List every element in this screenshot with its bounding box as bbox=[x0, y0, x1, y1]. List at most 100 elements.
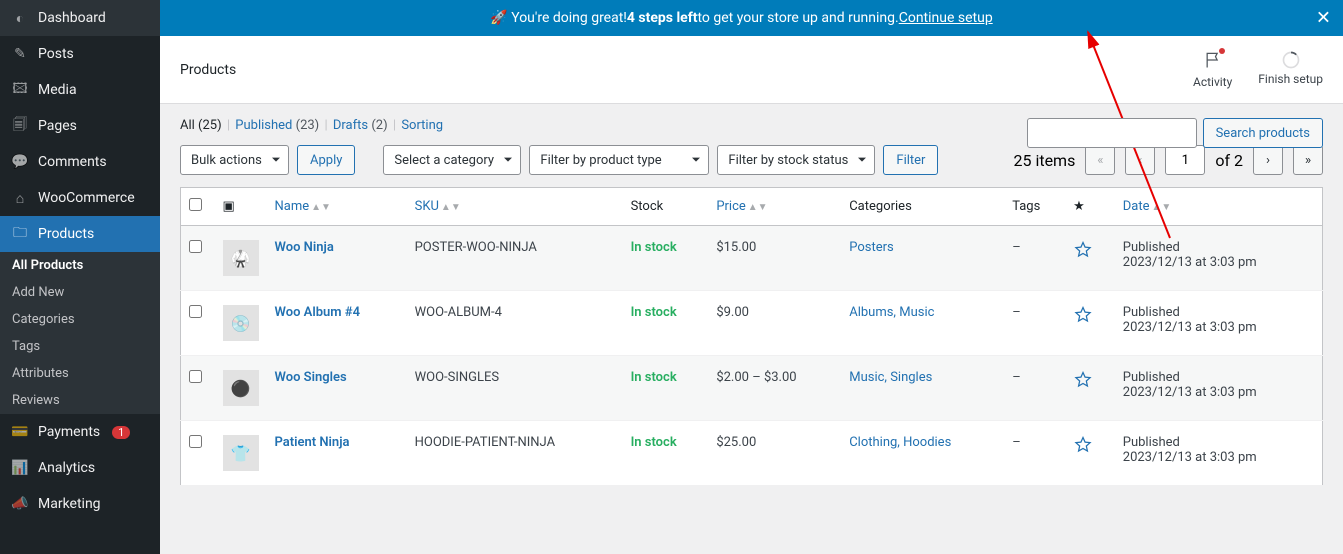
table-row: 👕 Patient Ninja HOODIE-PATIENT-NINJA In sto… bbox=[181, 421, 1323, 486]
row-checkbox[interactable] bbox=[189, 305, 202, 318]
sidebar-item-pages[interactable]: 🗐Pages bbox=[0, 108, 160, 144]
product-thumbnail[interactable]: 💿 bbox=[223, 305, 259, 341]
filter-published[interactable]: Published (23) bbox=[235, 118, 319, 133]
woo-icon: ⌂ bbox=[10, 188, 30, 208]
date-cell: Published2023/12/13 at 3:03 pm bbox=[1115, 226, 1323, 291]
pin-icon: ✎ bbox=[10, 44, 30, 64]
category-link[interactable]: Posters bbox=[849, 240, 894, 255]
pager-next-button[interactable]: › bbox=[1253, 145, 1283, 175]
stock-status: In stock bbox=[631, 240, 677, 255]
submenu-reviews[interactable]: Reviews bbox=[0, 387, 160, 414]
col-name[interactable]: Name▲▼ bbox=[267, 188, 407, 226]
stock-status: In stock bbox=[631, 435, 677, 450]
filter-drafts[interactable]: Drafts (2) bbox=[333, 118, 388, 133]
sidebar-item-label: Posts bbox=[38, 46, 74, 62]
filter-button[interactable]: Filter bbox=[883, 145, 938, 175]
pager-last-button[interactable]: » bbox=[1293, 145, 1323, 175]
col-tags: Tags bbox=[1004, 188, 1065, 226]
sidebar-item-label: Analytics bbox=[38, 460, 95, 476]
col-featured: ★ bbox=[1065, 188, 1115, 226]
sidebar-item-label: Media bbox=[38, 82, 77, 98]
sidebar-item-posts[interactable]: ✎ Posts bbox=[0, 36, 160, 72]
col-price[interactable]: Price▲▼ bbox=[708, 188, 841, 226]
table-row: ⚫ Woo Singles WOO-SINGLES In stock $2.00 – $… bbox=[181, 356, 1323, 421]
stock-status: In stock bbox=[631, 370, 677, 385]
stock-status-select[interactable]: Filter by stock status bbox=[717, 145, 875, 175]
pager-first-button[interactable]: « bbox=[1085, 145, 1115, 175]
banner-text-bold: 4 steps left bbox=[627, 10, 698, 26]
product-thumbnail[interactable]: 🥋 bbox=[223, 240, 259, 276]
notification-dot-icon bbox=[1219, 48, 1225, 54]
row-checkbox[interactable] bbox=[189, 435, 202, 448]
sidebar-item-media[interactable]: 🖾Media bbox=[0, 72, 160, 108]
star-icon[interactable] bbox=[1073, 370, 1093, 390]
submenu-tags[interactable]: Tags bbox=[0, 333, 160, 360]
sidebar-item-payments[interactable]: 💳Payments1 bbox=[0, 414, 160, 450]
close-icon[interactable]: ✕ bbox=[1316, 8, 1331, 29]
sku-cell: HOODIE-PATIENT-NINJA bbox=[407, 421, 623, 486]
sort-icon: ▲▼ bbox=[311, 202, 331, 213]
date-cell: Published2023/12/13 at 3:03 pm bbox=[1115, 421, 1323, 486]
tags-cell: – bbox=[1004, 356, 1065, 421]
submenu-add-new[interactable]: Add New bbox=[0, 279, 160, 306]
col-date[interactable]: Date▲▼ bbox=[1115, 188, 1323, 226]
category-select[interactable]: Select a category bbox=[383, 145, 521, 175]
filter-sorting[interactable]: Sorting bbox=[401, 118, 443, 133]
sidebar-item-marketing[interactable]: 📣Marketing bbox=[0, 486, 160, 522]
product-thumbnail[interactable]: ⚫ bbox=[223, 370, 259, 406]
sort-icon: ▲▼ bbox=[441, 202, 461, 213]
price-cell: $25.00 bbox=[708, 421, 841, 486]
banner-text-post: to get your store up and running. bbox=[697, 10, 898, 26]
search-input[interactable] bbox=[1027, 118, 1197, 148]
finish-setup-button[interactable]: Finish setup bbox=[1258, 50, 1323, 89]
sidebar-item-comments[interactable]: 💬Comments bbox=[0, 144, 160, 180]
category-link[interactable]: Clothing, Hoodies bbox=[849, 435, 951, 450]
star-icon[interactable] bbox=[1073, 435, 1093, 455]
sidebar-item-products[interactable]: 🗀Products bbox=[0, 216, 160, 252]
pager-prev-button[interactable]: ‹ bbox=[1125, 145, 1155, 175]
row-checkbox[interactable] bbox=[189, 370, 202, 383]
submenu-all-products[interactable]: All Products bbox=[0, 252, 160, 279]
setup-banner: 🚀 You're doing great! 4 steps left to ge… bbox=[160, 0, 1343, 36]
sidebar-item-analytics[interactable]: 📊 Analytics bbox=[0, 450, 160, 486]
sidebar-item-label: Marketing bbox=[38, 496, 101, 512]
sidebar-item-dashboard[interactable]: ◐ Dashboard bbox=[0, 0, 160, 36]
activity-button[interactable]: Activity bbox=[1193, 50, 1232, 89]
page-number-input[interactable] bbox=[1165, 145, 1205, 175]
product-name-link[interactable]: Woo Ninja bbox=[275, 240, 334, 255]
submenu-categories[interactable]: Categories bbox=[0, 306, 160, 333]
star-icon[interactable] bbox=[1073, 240, 1093, 260]
product-thumbnail[interactable]: 👕 bbox=[223, 435, 259, 471]
product-name-link[interactable]: Woo Album #4 bbox=[275, 305, 361, 320]
dashboard-icon: ◐ bbox=[10, 8, 30, 28]
date-cell: Published2023/12/13 at 3:03 pm bbox=[1115, 291, 1323, 356]
sidebar-item-label: Pages bbox=[38, 118, 77, 134]
submenu-attributes[interactable]: Attributes bbox=[0, 360, 160, 387]
finish-setup-label: Finish setup bbox=[1258, 72, 1323, 86]
truncated-heading bbox=[180, 104, 1323, 110]
apply-button[interactable]: Apply bbox=[297, 145, 355, 175]
col-stock: Stock bbox=[623, 188, 709, 226]
col-sku[interactable]: SKU▲▼ bbox=[407, 188, 623, 226]
bulk-actions-select[interactable]: Bulk actions bbox=[180, 145, 289, 175]
filter-all[interactable]: All (25) bbox=[180, 118, 222, 133]
category-link[interactable]: Music, Singles bbox=[849, 370, 932, 385]
row-checkbox[interactable] bbox=[189, 240, 202, 253]
category-link[interactable]: Albums, Music bbox=[849, 305, 934, 320]
star-icon[interactable] bbox=[1073, 305, 1093, 325]
continue-setup-link[interactable]: Continue setup bbox=[899, 10, 993, 26]
sku-cell: POSTER-WOO-NINJA bbox=[407, 226, 623, 291]
sku-cell: WOO-SINGLES bbox=[407, 356, 623, 421]
sidebar-item-label: Dashboard bbox=[38, 10, 106, 26]
products-submenu: All Products Add New Categories Tags Att… bbox=[0, 252, 160, 414]
search-products-button[interactable]: Search products bbox=[1203, 118, 1323, 148]
items-count: 25 items bbox=[1013, 151, 1075, 170]
product-name-link[interactable]: Patient Ninja bbox=[275, 435, 350, 450]
select-all-checkbox[interactable] bbox=[189, 198, 202, 211]
tags-cell: – bbox=[1004, 291, 1065, 356]
product-type-select[interactable]: Filter by product type bbox=[529, 145, 709, 175]
product-name-link[interactable]: Woo Singles bbox=[275, 370, 347, 385]
sidebar-item-woocommerce[interactable]: ⌂WooCommerce bbox=[0, 180, 160, 216]
price-cell: $2.00 – $3.00 bbox=[708, 356, 841, 421]
analytics-icon: 📊 bbox=[10, 458, 30, 478]
